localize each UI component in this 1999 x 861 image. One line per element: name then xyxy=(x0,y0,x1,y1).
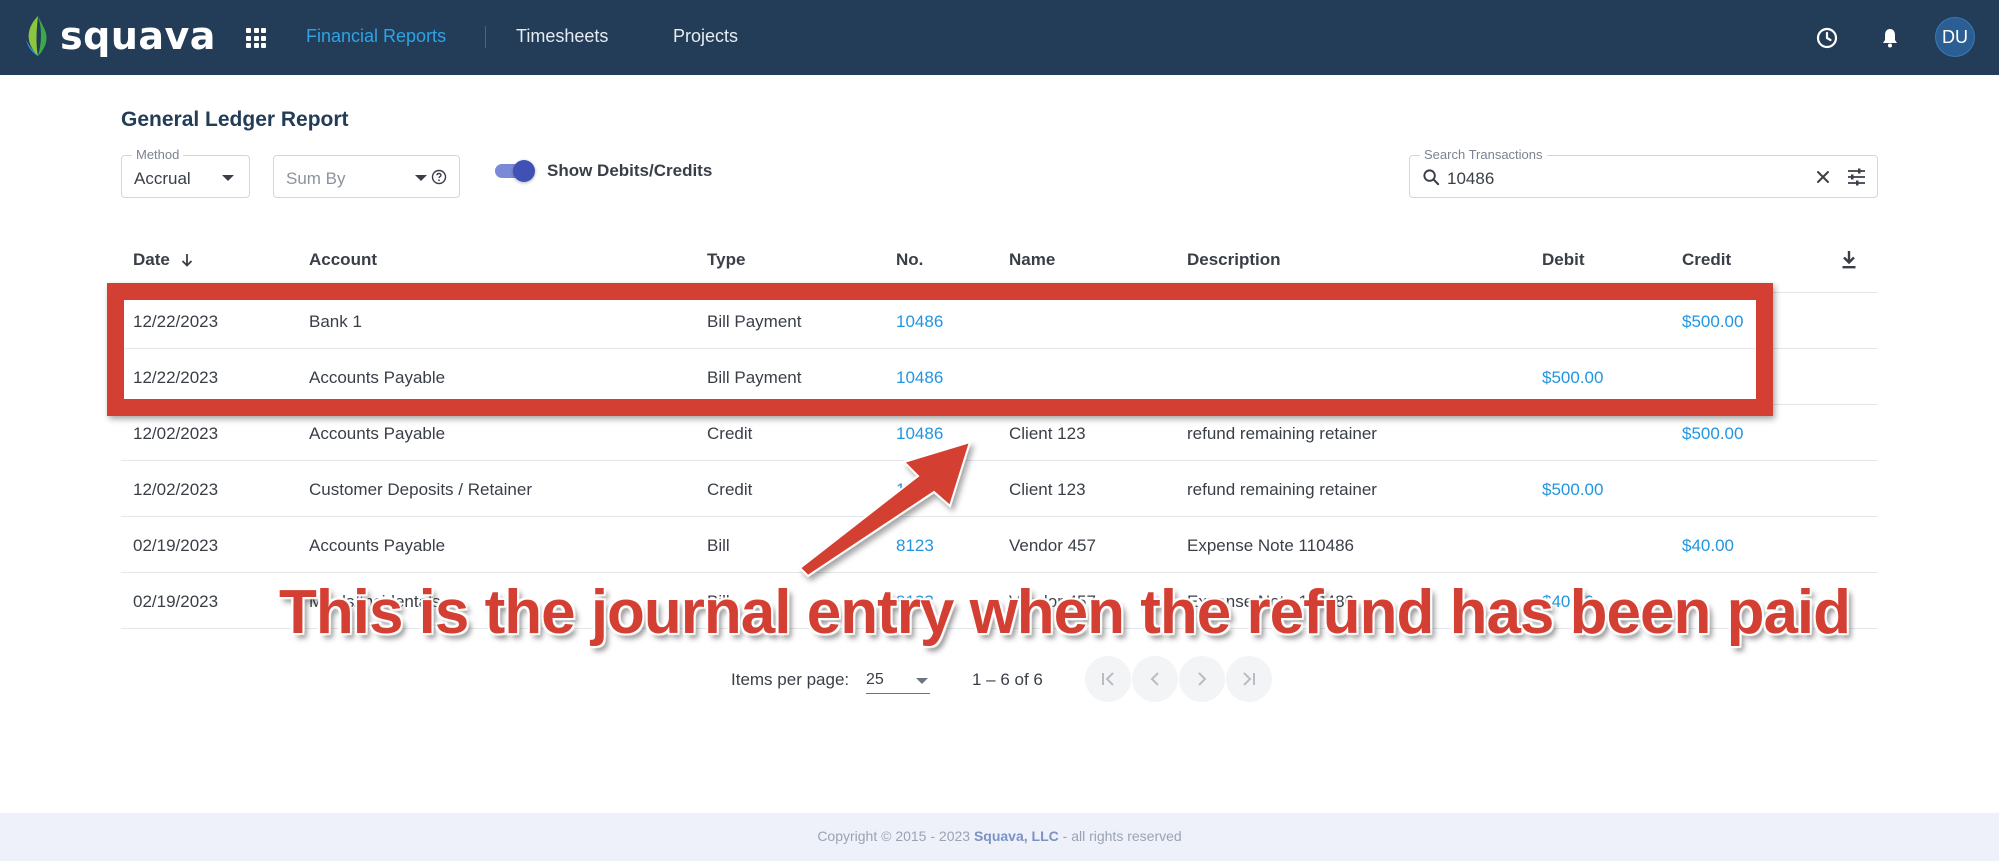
footer-company: Squava, LLC xyxy=(973,828,1059,844)
cell-type: Bill xyxy=(707,536,730,555)
chevron-left-icon xyxy=(1150,672,1159,686)
filter-settings-icon[interactable] xyxy=(1847,168,1866,186)
cell-account: Customer Deposits / Retainer xyxy=(309,480,532,499)
col-debit[interactable]: Debit xyxy=(1542,250,1585,270)
items-per-page-value: 25 xyxy=(866,671,884,688)
footer-prefix: Copyright © 2015 - 2023 xyxy=(817,828,974,844)
chevron-right-icon xyxy=(1198,672,1207,686)
table-row[interactable]: 12/02/2023 Customer Deposits / Retainer … xyxy=(121,461,1877,517)
items-per-page-select[interactable]: 25 xyxy=(866,668,930,694)
cell-no-link[interactable]: 10486 xyxy=(896,424,943,444)
debits-credits-toggle[interactable] xyxy=(495,160,535,182)
col-no[interactable]: No. xyxy=(896,250,923,270)
app-window: { "brand": { "name": "squava" }, "nav": … xyxy=(0,0,1999,861)
cell-type: Credit xyxy=(707,424,753,443)
table-row[interactable]: 02/19/2023 Accounts Payable Bill 8123 Ve… xyxy=(121,517,1877,573)
col-date[interactable]: Date xyxy=(133,250,193,270)
cell-name: Client 123 xyxy=(1009,424,1086,443)
search-transactions-field[interactable]: Search Transactions 10486 xyxy=(1409,147,1878,198)
sum-by-select[interactable]: Sum By xyxy=(273,155,460,198)
previous-page-button[interactable] xyxy=(1132,656,1178,702)
cell-type: Credit xyxy=(707,480,753,499)
annotation-highlight-box xyxy=(107,283,1773,416)
nav-financial-reports[interactable]: Financial Reports xyxy=(306,26,446,47)
user-avatar[interactable]: DU xyxy=(1935,17,1975,57)
cell-no-link[interactable]: 10486 xyxy=(896,480,943,500)
chevron-down-icon xyxy=(415,175,427,181)
nav-timesheets[interactable]: Timesheets xyxy=(516,26,608,47)
cell-name: Vendor 457 xyxy=(1009,536,1096,555)
chevron-down-icon xyxy=(222,175,234,181)
cell-account: Accounts Payable xyxy=(309,536,446,555)
bell-icon[interactable] xyxy=(1878,26,1902,50)
leaf-logo-icon xyxy=(26,16,47,56)
search-label: Search Transactions xyxy=(1420,147,1547,162)
next-page-button[interactable] xyxy=(1179,656,1225,702)
last-page-button[interactable] xyxy=(1226,656,1272,702)
col-description[interactable]: Description xyxy=(1187,250,1281,270)
sort-arrow-down-icon xyxy=(181,254,192,267)
annotation-caption: This is the journal entry when the refun… xyxy=(279,578,1851,647)
cell-date: 12/02/2023 xyxy=(133,424,219,443)
toggle-knob xyxy=(513,160,535,182)
first-page-icon xyxy=(1102,672,1114,686)
search-input[interactable]: 10486 xyxy=(1447,169,1494,189)
cell-credit: $40.00 xyxy=(1682,536,1734,555)
cell-date: 02/19/2023 xyxy=(133,536,219,555)
footer: Copyright © 2015 - 2023 Squava, LLC - al… xyxy=(0,813,1999,861)
page-range: 1 – 6 of 6 xyxy=(972,670,1043,689)
clear-icon[interactable] xyxy=(1816,170,1830,184)
cell-credit: $500.00 xyxy=(1682,424,1744,443)
download-icon[interactable] xyxy=(1841,250,1857,270)
brand-name: squava xyxy=(60,14,216,58)
cell-name: Client 123 xyxy=(1009,480,1086,499)
col-name[interactable]: Name xyxy=(1009,250,1055,270)
method-value: Accrual xyxy=(134,169,191,188)
items-per-page-label: Items per page: xyxy=(731,670,850,689)
cell-description: refund remaining retainer xyxy=(1187,480,1377,499)
last-page-icon xyxy=(1243,672,1255,686)
method-select[interactable]: Method Accrual xyxy=(121,147,250,198)
cell-no-link[interactable]: 8123 xyxy=(896,536,934,556)
cell-date: 12/02/2023 xyxy=(133,480,219,499)
cell-description: refund remaining retainer xyxy=(1187,424,1377,443)
cell-account: Accounts Payable xyxy=(309,424,446,443)
method-label: Method xyxy=(132,147,184,162)
apps-grid-icon[interactable] xyxy=(246,28,266,48)
footer-suffix: - all rights reserved xyxy=(1058,828,1182,844)
col-credit[interactable]: Credit xyxy=(1682,250,1731,270)
col-account[interactable]: Account xyxy=(309,250,377,270)
col-type[interactable]: Type xyxy=(707,250,745,270)
nav-divider xyxy=(485,26,486,48)
chevron-down-icon xyxy=(916,678,928,684)
sum-by-placeholder: Sum By xyxy=(286,169,346,188)
search-icon xyxy=(1423,169,1440,186)
history-icon[interactable] xyxy=(1815,26,1839,50)
help-icon[interactable] xyxy=(431,169,447,185)
page-title: General Ledger Report xyxy=(121,108,349,131)
toggle-label: Show Debits/Credits xyxy=(547,161,713,180)
top-navbar: squava Financial Reports Timesheets Proj… xyxy=(0,0,1999,75)
cell-debit: $500.00 xyxy=(1542,480,1604,499)
cell-description: Expense Note 110486 xyxy=(1187,536,1354,555)
squava-logo[interactable]: squava xyxy=(22,10,216,62)
cell-date: 02/19/2023 xyxy=(133,592,219,611)
first-page-button[interactable] xyxy=(1085,656,1131,702)
nav-projects[interactable]: Projects xyxy=(673,26,738,47)
col-date-label: Date xyxy=(133,250,170,269)
